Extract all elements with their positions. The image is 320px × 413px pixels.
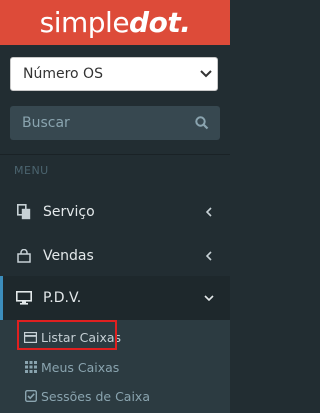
search-type-select[interactable]: Número OS <box>10 57 218 91</box>
sidebar-item-vendas[interactable]: Vendas <box>0 234 230 278</box>
app-header: simpledot. <box>0 0 230 45</box>
sidebar-divider <box>0 154 230 155</box>
grid-icon <box>24 361 37 374</box>
chevron-left-icon <box>202 251 216 261</box>
chevron-left-icon <box>202 207 216 217</box>
sidebar-item-label: Vendas <box>43 248 94 264</box>
brand-logo[interactable]: simpledot. <box>39 5 191 39</box>
check-square-icon <box>24 390 37 403</box>
menu-header: MENU <box>14 164 49 177</box>
search-type-value: Número OS <box>23 66 103 82</box>
highlight-box <box>17 320 117 350</box>
search-icon[interactable] <box>184 116 220 130</box>
submenu-item-label: Meus Caixas <box>41 359 120 375</box>
sidebar-item-label: Serviço <box>43 204 95 220</box>
chevron-down-icon <box>195 70 217 78</box>
chevron-down-icon <box>202 295 216 301</box>
search-input[interactable]: Buscar <box>22 115 184 131</box>
file-copy-icon <box>15 203 33 221</box>
brand-light: simple <box>39 5 130 39</box>
brand-bold: dot. <box>129 5 191 39</box>
shopping-bag-icon <box>15 247 33 265</box>
sidebar-item-pdv[interactable]: P.D.V. <box>0 276 230 320</box>
sidebar-item-servico[interactable]: Serviço <box>0 190 230 234</box>
submenu-item-sessoes-de-caixa[interactable]: Sessões de Caixa <box>0 383 230 409</box>
search-bar: Buscar <box>10 106 220 140</box>
submenu-item-meus-caixas[interactable]: Meus Caixas <box>0 354 230 380</box>
sidebar-item-label: P.D.V. <box>43 290 82 306</box>
desktop-icon <box>15 289 33 307</box>
submenu-item-label: Sessões de Caixa <box>41 388 150 404</box>
